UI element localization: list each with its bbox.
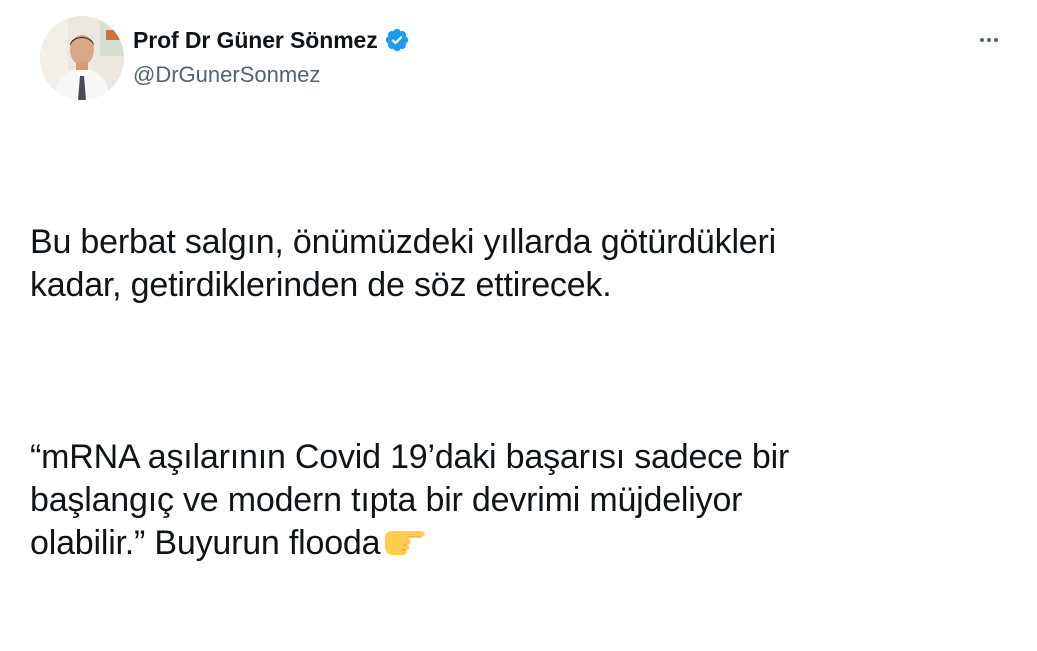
tweet-text: Bu berbat salgın, önümüzdeki yıllarda gö… (30, 135, 1010, 651)
tweet-paragraph-1: Bu berbat salgın, önümüzdeki yıllarda gö… (30, 223, 776, 304)
verified-badge-icon (384, 27, 410, 53)
author-block: Prof Dr Güner Sönmez @DrGunerSonmez (133, 22, 410, 88)
tweet-paragraph-2: “mRNA aşılarının Covid 19’daki başarısı … (30, 436, 1010, 565)
more-options-button[interactable] (971, 22, 1007, 58)
tweet: Prof Dr Güner Sönmez @DrGunerSonmez Bu b… (0, 0, 1037, 562)
more-horizontal-icon (980, 38, 998, 42)
user-handle[interactable]: @DrGunerSonmez (133, 62, 410, 88)
display-name[interactable]: Prof Dr Güner Sönmez (133, 27, 378, 54)
name-row: Prof Dr Güner Sönmez (133, 22, 410, 58)
avatar[interactable] (40, 16, 124, 100)
profile-photo (40, 16, 124, 100)
pointing-right-hand-icon (381, 525, 427, 555)
